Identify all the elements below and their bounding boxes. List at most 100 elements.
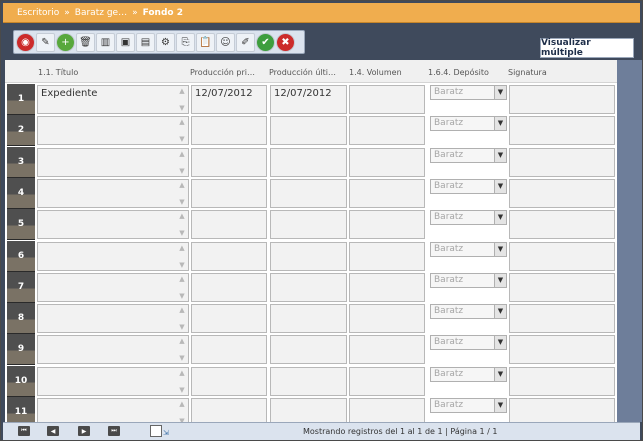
volumen-field[interactable] bbox=[349, 398, 425, 422]
scroll-down-icon[interactable]: ▼ bbox=[179, 229, 184, 237]
signatura-field[interactable] bbox=[509, 335, 615, 365]
row-number[interactable]: 1 bbox=[7, 84, 35, 115]
scroll-down-icon[interactable]: ▼ bbox=[179, 135, 184, 143]
titulo-field[interactable]: ▲ ▼ bbox=[37, 398, 189, 422]
titulo-field[interactable]: ▲ ▼ bbox=[37, 178, 189, 208]
accept-icon[interactable]: ✔ bbox=[256, 32, 275, 52]
scroll-up-icon[interactable]: ▲ bbox=[179, 244, 184, 252]
signatura-field[interactable] bbox=[509, 272, 615, 302]
tools-icon[interactable]: ⚙ bbox=[156, 32, 175, 52]
produccion-ultima-field[interactable] bbox=[270, 366, 347, 396]
deposito-select[interactable]: Baratz ▼ bbox=[430, 272, 507, 288]
produccion-primera-field[interactable] bbox=[191, 398, 267, 422]
titulo-field[interactable]: ▲ ▼ bbox=[37, 304, 189, 334]
deposito-select[interactable]: Baratz ▼ bbox=[430, 335, 507, 351]
signatura-field[interactable] bbox=[509, 241, 615, 271]
textarea-scrollbar[interactable]: ▲ ▼ bbox=[177, 369, 187, 394]
chevron-down-icon[interactable]: ▼ bbox=[494, 305, 506, 319]
textarea-scrollbar[interactable]: ▲ ▼ bbox=[177, 306, 187, 331]
cancel-icon[interactable]: ✖ bbox=[276, 32, 295, 52]
column-header-produccion-ultima[interactable]: Producción últi… bbox=[269, 68, 345, 77]
chevron-down-icon[interactable]: ▼ bbox=[494, 273, 506, 287]
deposito-select[interactable]: Baratz ▼ bbox=[430, 366, 507, 382]
row-number[interactable]: 3 bbox=[7, 146, 35, 178]
scroll-down-icon[interactable]: ▼ bbox=[179, 261, 184, 269]
chevron-down-icon[interactable]: ▼ bbox=[494, 179, 506, 193]
next-page-icon[interactable]: ▶ bbox=[78, 426, 90, 436]
deposito-select[interactable]: Baratz ▼ bbox=[430, 398, 507, 413]
scroll-down-icon[interactable]: ▼ bbox=[179, 167, 184, 175]
paste-icon[interactable]: 📋 bbox=[196, 32, 215, 52]
chevron-down-icon[interactable]: ▼ bbox=[494, 336, 506, 350]
textarea-scrollbar[interactable]: ▲ ▼ bbox=[177, 337, 187, 362]
chevron-down-icon[interactable]: ▼ bbox=[494, 242, 506, 256]
produccion-ultima-field[interactable] bbox=[270, 398, 347, 422]
produccion-ultima-field[interactable] bbox=[270, 210, 347, 240]
window-icon[interactable]: ▤ bbox=[136, 32, 155, 52]
deposito-select[interactable]: Baratz ▼ bbox=[430, 241, 507, 257]
eraser-icon[interactable]: ✐ bbox=[236, 32, 255, 52]
image-icon[interactable]: ▣ bbox=[116, 32, 135, 52]
deposito-select[interactable]: Baratz ▼ bbox=[430, 304, 507, 320]
volumen-field[interactable] bbox=[349, 116, 425, 146]
textarea-scrollbar[interactable]: ▲ ▼ bbox=[177, 118, 187, 143]
chevron-down-icon[interactable]: ▼ bbox=[494, 117, 506, 131]
volumen-field[interactable] bbox=[349, 85, 425, 114]
titulo-field[interactable]: ▲ ▼ bbox=[37, 335, 189, 365]
column-header-volumen[interactable]: 1.4. Volumen bbox=[349, 68, 425, 77]
columns-icon[interactable]: ▥ bbox=[96, 32, 115, 52]
volumen-field[interactable] bbox=[349, 304, 425, 334]
scroll-up-icon[interactable]: ▲ bbox=[179, 275, 184, 283]
produccion-ultima-field[interactable] bbox=[270, 116, 347, 146]
signatura-field[interactable] bbox=[509, 85, 615, 114]
last-page-icon[interactable]: ⏭ bbox=[108, 426, 120, 436]
titulo-field[interactable]: ▲ ▼ bbox=[37, 366, 189, 396]
signatura-field[interactable] bbox=[509, 116, 615, 146]
row-number[interactable]: 6 bbox=[7, 240, 35, 272]
volumen-field[interactable] bbox=[349, 366, 425, 396]
produccion-primera-field[interactable] bbox=[191, 335, 267, 365]
titulo-field[interactable]: Expediente ▲ ▼ bbox=[37, 85, 189, 114]
produccion-primera-field[interactable] bbox=[191, 272, 267, 302]
scroll-down-icon[interactable]: ▼ bbox=[179, 323, 184, 331]
chevron-down-icon[interactable]: ▼ bbox=[494, 86, 506, 99]
chevron-down-icon[interactable]: ▼ bbox=[494, 399, 506, 412]
deposito-select[interactable]: Baratz ▼ bbox=[430, 85, 507, 100]
volumen-field[interactable] bbox=[349, 272, 425, 302]
signatura-field[interactable] bbox=[509, 178, 615, 208]
visualize-multiple-button[interactable]: Visualizar múltiple bbox=[540, 38, 634, 58]
scroll-up-icon[interactable]: ▲ bbox=[179, 150, 184, 158]
produccion-primera-field[interactable]: 12/07/2012 bbox=[191, 85, 267, 114]
deposito-select[interactable]: Baratz ▼ bbox=[430, 116, 507, 132]
scroll-up-icon[interactable]: ▲ bbox=[179, 369, 184, 377]
chevron-down-icon[interactable]: ▼ bbox=[494, 148, 506, 162]
signatura-field[interactable] bbox=[509, 398, 615, 422]
scroll-up-icon[interactable]: ▲ bbox=[179, 181, 184, 189]
select-all-checkbox[interactable] bbox=[150, 425, 162, 437]
column-header-signatura[interactable]: Signatura bbox=[508, 68, 608, 77]
volumen-field[interactable] bbox=[349, 335, 425, 365]
volumen-field[interactable] bbox=[349, 210, 425, 240]
row-number[interactable]: 5 bbox=[7, 209, 35, 241]
copy-icon[interactable]: ⎘ bbox=[176, 32, 195, 52]
add-icon[interactable]: + bbox=[56, 32, 75, 52]
textarea-scrollbar[interactable]: ▲ ▼ bbox=[177, 244, 187, 269]
volumen-field[interactable] bbox=[349, 241, 425, 271]
signatura-field[interactable] bbox=[509, 366, 615, 396]
textarea-scrollbar[interactable]: ▲ ▼ bbox=[177, 212, 187, 237]
produccion-ultima-field[interactable] bbox=[270, 241, 347, 271]
signatura-field[interactable] bbox=[509, 304, 615, 334]
row-number[interactable]: 2 bbox=[7, 115, 35, 147]
column-header-produccion-primera[interactable]: Producción pri… bbox=[190, 68, 266, 77]
titulo-field[interactable]: ▲ ▼ bbox=[37, 241, 189, 271]
titulo-field[interactable]: ▲ ▼ bbox=[37, 116, 189, 146]
scroll-up-icon[interactable]: ▲ bbox=[179, 337, 184, 345]
produccion-ultima-field[interactable] bbox=[270, 147, 347, 177]
column-header-titulo[interactable]: 1.1. Título bbox=[38, 68, 188, 77]
scroll-down-icon[interactable]: ▼ bbox=[179, 104, 184, 112]
produccion-ultima-field[interactable] bbox=[270, 178, 347, 208]
scroll-up-icon[interactable]: ▲ bbox=[179, 118, 184, 126]
produccion-primera-field[interactable] bbox=[191, 210, 267, 240]
titulo-field[interactable]: ▲ ▼ bbox=[37, 147, 189, 177]
textarea-scrollbar[interactable]: ▲ ▼ bbox=[177, 87, 187, 112]
